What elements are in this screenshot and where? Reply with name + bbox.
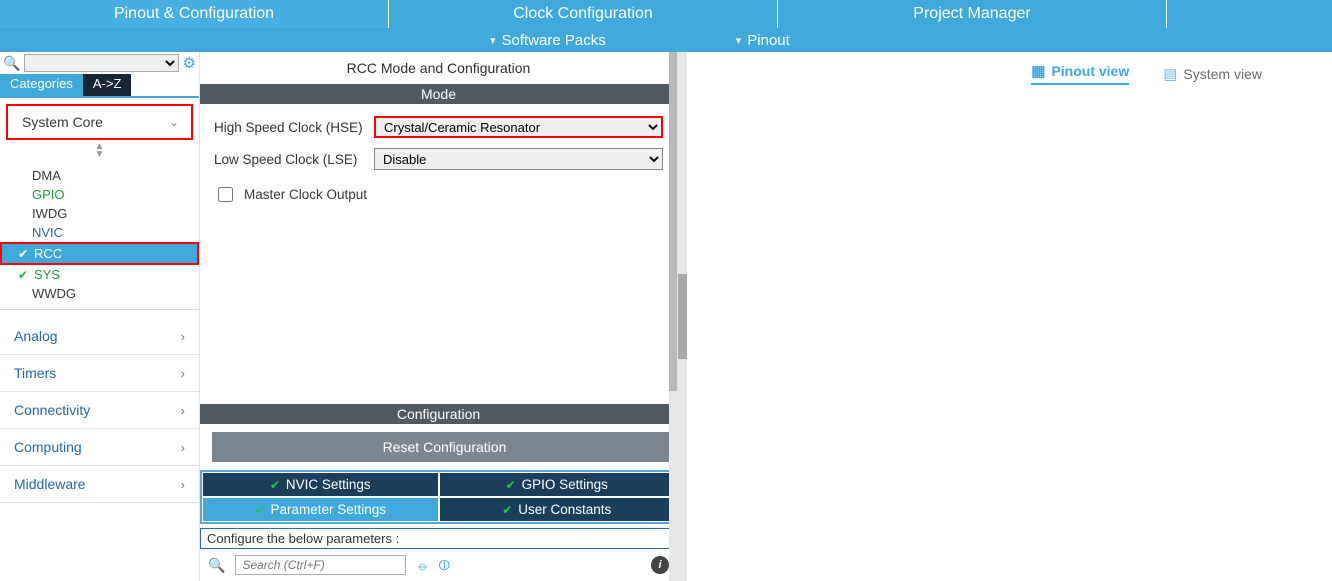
check-icon: ✔ [14,268,28,282]
category-timers-label: Timers [14,365,56,381]
lse-select[interactable]: Disable [374,148,663,170]
pinout-view-button[interactable]: ▦ Pinout view [1031,62,1129,85]
tree-item-rcc[interactable]: ✔ RCC [0,242,199,265]
system-view-label: System view [1183,66,1262,82]
tree-item-gpio[interactable]: GPIO [0,185,199,204]
reset-configuration-button[interactable]: Reset Configuration [212,432,677,462]
category-system-core-label: System Core [22,114,103,130]
rcc-config-panel: RCC Mode and Configuration Mode High Spe… [200,52,678,581]
check-icon: ✔ [14,247,28,261]
tab-clock-config[interactable]: Clock Configuration [389,0,778,28]
search-next-icon[interactable]: ⦶ [439,557,450,574]
peripheral-search-select[interactable] [24,54,178,72]
hse-select[interactable]: Crystal/Ceramic Resonator [374,116,663,138]
tree-item-rcc-label: RCC [34,246,62,261]
chevron-down-icon: ▾ [490,34,496,47]
section-mode-header: Mode [200,84,677,104]
dropdown-software-packs[interactable]: ▾ Software Packs [490,32,606,49]
chip-icon: ▦ [1031,62,1045,80]
tab-pinout-config[interactable]: Pinout & Configuration [0,0,389,28]
grid-icon: ▤ [1163,65,1177,83]
check-icon: ✔ [502,503,512,517]
dropdown-pinout[interactable]: ▾ Pinout [736,32,790,49]
tree-item-sys-label: SYS [34,267,60,282]
panel-title: RCC Mode and Configuration [200,52,677,84]
lse-label: Low Speed Clock (LSE) [214,152,374,167]
tab-nvic-settings[interactable]: ✔NVIC Settings [202,472,439,497]
mco-checkbox[interactable] [218,187,233,202]
chevron-right-icon: › [181,440,185,455]
gear-icon[interactable]: ⚙ [183,54,196,72]
tab-gpio-settings[interactable]: ✔GPIO Settings [439,472,676,497]
tab-project-manager[interactable]: Project Manager [778,0,1167,28]
category-analog[interactable]: Analog › [0,318,199,355]
check-icon: ✔ [506,478,516,492]
tab-categories[interactable]: Categories [0,74,83,96]
info-icon[interactable]: i [651,556,669,574]
scrollbar[interactable] [669,52,677,581]
pinout-panel: ▦ Pinout view ▤ System view RCC_OSC_IN R… [678,52,1332,581]
category-computing[interactable]: Computing › [0,429,199,466]
check-icon: ✔ [254,503,264,517]
search-prev-icon[interactable]: ⦵ [416,557,429,574]
tree-item-iwdg[interactable]: IWDG [0,204,199,223]
category-connectivity-label: Connectivity [14,402,90,418]
peripheral-tree-panel: 🔍 ⚙ Categories A->Z System Core ⌄ ▲▼ DMA… [0,52,200,581]
search-icon: 🔍 [3,55,20,72]
category-middleware-label: Middleware [14,476,86,492]
tree-item-dma[interactable]: DMA [0,166,199,185]
category-computing-label: Computing [14,439,82,455]
pinout-view-label: Pinout view [1051,63,1129,79]
search-icon: 🔍 [208,557,225,574]
tree-updown-icon[interactable]: ▲▼ [0,140,199,162]
tab-user-constants[interactable]: ✔User Constants [439,497,676,522]
category-system-core[interactable]: System Core ⌄ [6,104,193,140]
tree-item-wwdg[interactable]: WWDG [0,284,199,303]
dropdown-software-packs-label: Software Packs [502,32,606,49]
hse-label: High Speed Clock (HSE) [214,120,374,135]
mco-label: Master Clock Output [244,187,367,202]
chevron-right-icon: › [181,477,185,492]
configure-below-label: Configure the below parameters : [200,528,677,549]
chevron-right-icon: › [181,366,185,381]
category-timers[interactable]: Timers › [0,355,199,392]
category-connectivity[interactable]: Connectivity › [0,392,199,429]
chevron-down-icon: ▾ [736,34,742,47]
section-configuration-header: Configuration [200,404,677,424]
category-middleware[interactable]: Middleware › [0,466,199,503]
chevron-down-icon: ⌄ [169,115,179,129]
scrollbar[interactable] [678,52,687,581]
tree-item-nvic[interactable]: NVIC [0,223,199,242]
check-icon: ✔ [270,478,280,492]
dropdown-pinout-label: Pinout [747,32,790,49]
chevron-right-icon: › [181,403,185,418]
tab-a-to-z[interactable]: A->Z [83,74,132,96]
parameter-search-input[interactable] [235,555,406,575]
system-view-button[interactable]: ▤ System view [1163,62,1262,85]
category-analog-label: Analog [14,328,58,344]
tab-parameter-settings[interactable]: ✔Parameter Settings [202,497,439,522]
chevron-right-icon: › [181,329,185,344]
tab-extra[interactable] [1167,0,1332,28]
tree-item-sys[interactable]: ✔ SYS [0,265,199,284]
